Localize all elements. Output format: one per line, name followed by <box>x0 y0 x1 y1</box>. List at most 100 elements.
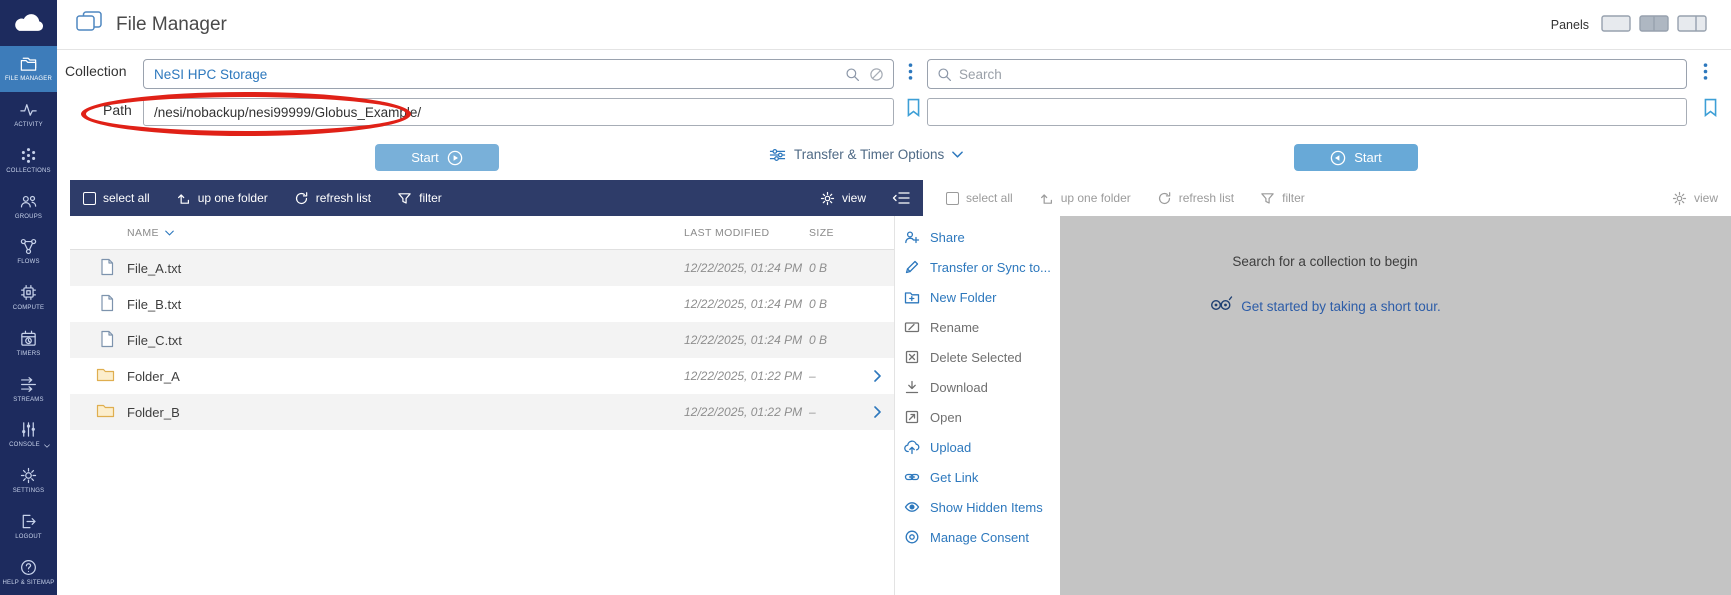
sidebar-item-collections[interactable]: COLLECTIONS <box>0 138 57 184</box>
select-all-button[interactable]: select all <box>946 191 1013 205</box>
folder-icon <box>96 367 115 386</box>
file-name: Folder_B <box>127 405 684 420</box>
chevron-down-icon <box>44 444 50 448</box>
file-size: 0 B <box>809 333 861 347</box>
sidebar-item-activity[interactable]: ACTIVITY <box>0 92 57 138</box>
transfer-timer-options[interactable]: Transfer & Timer Options <box>769 147 963 162</box>
sidebar-item-streams[interactable]: STREAMS <box>0 366 57 412</box>
upload-icon <box>904 439 920 455</box>
sidebar-item-logout[interactable]: LOGOUT <box>0 504 57 550</box>
menu-item-label: New Folder <box>930 290 996 305</box>
collection-empty-panel: Search for a collection to begin Get sta… <box>1060 216 1731 595</box>
timers-icon <box>19 329 38 348</box>
folder-open-chevron-icon[interactable] <box>861 370 894 382</box>
menu-item-rename[interactable]: Rename <box>895 312 1060 342</box>
up-one-folder-button[interactable]: up one folder <box>176 191 268 206</box>
panel-layout-split-button[interactable] <box>1677 15 1707 35</box>
menu-item-upload[interactable]: Upload <box>895 432 1060 462</box>
sidebar-item-label: COLLECTIONS <box>4 168 53 175</box>
clear-collection-icon[interactable] <box>869 67 884 82</box>
file-icon <box>99 258 115 279</box>
gear-icon <box>1672 191 1687 206</box>
view-button[interactable]: view <box>820 191 866 206</box>
folder-icon <box>96 403 115 422</box>
filter-button[interactable]: filter <box>1260 191 1305 206</box>
sidebar-item-file-manager[interactable]: FILE MANAGER <box>0 46 57 92</box>
file-name: File_B.txt <box>127 297 684 312</box>
refresh-icon <box>294 191 309 206</box>
filter-button[interactable]: filter <box>397 191 442 206</box>
file-modified: 12/22/2025, 01:24 PM <box>684 333 809 347</box>
menu-item-show-hidden-items[interactable]: Show Hidden Items <box>895 492 1060 522</box>
file-row[interactable]: Folder_B 12/22/2025, 01:22 PM – <box>70 394 894 430</box>
file-row[interactable]: File_A.txt 12/22/2025, 01:24 PM 0 B <box>70 250 894 286</box>
search-input-box <box>927 59 1687 89</box>
sidebar-item-help-sitemap[interactable]: HELP & SITEMAP <box>0 549 57 595</box>
select-all-button[interactable]: select all <box>83 191 150 205</box>
menu-item-download[interactable]: Download <box>895 372 1060 402</box>
sidebar-item-console[interactable]: CONSOLE <box>0 412 57 458</box>
menu-item-delete-selected[interactable]: Delete Selected <box>895 342 1060 372</box>
tour-binoculars-icon <box>1209 295 1233 317</box>
start-transfer-left-button[interactable]: Start <box>375 144 499 171</box>
start-transfer-right-button[interactable]: Start <box>1294 144 1418 171</box>
path-input-right[interactable] <box>928 105 1686 120</box>
view-button[interactable]: view <box>1672 191 1718 206</box>
start-button-label: Start <box>411 150 438 165</box>
sidebar-item-flows[interactable]: FLOWS <box>0 229 57 275</box>
collections-icon <box>19 146 38 165</box>
sidebar-item-compute[interactable]: COMPUTE <box>0 275 57 321</box>
collection-options-menu-icon[interactable] <box>908 63 913 80</box>
search-icon[interactable] <box>845 67 860 82</box>
file-name: Folder_A <box>127 369 684 384</box>
sort-chevron-icon <box>165 230 174 236</box>
collection-input[interactable] <box>144 67 836 82</box>
link-icon <box>904 469 920 485</box>
search-input[interactable] <box>952 67 1686 82</box>
column-size[interactable]: SIZE <box>809 227 861 239</box>
groups-icon <box>19 192 38 211</box>
funnel-icon <box>1260 191 1275 206</box>
globus-logo[interactable] <box>0 0 57 46</box>
menu-item-share[interactable]: Share <box>895 222 1060 252</box>
panel-collapse-toggle[interactable] <box>892 191 910 205</box>
eye-icon <box>904 499 920 515</box>
menu-item-transfer-or-sync[interactable]: Transfer or Sync to... <box>895 252 1060 282</box>
file-row[interactable]: File_B.txt 12/22/2025, 01:24 PM 0 B <box>70 286 894 322</box>
select-all-checkbox[interactable] <box>83 192 96 205</box>
refresh-list-button[interactable]: refresh list <box>294 191 371 206</box>
column-name[interactable]: NAME <box>127 227 684 239</box>
folder-open-chevron-icon[interactable] <box>861 406 894 418</box>
menu-item-open[interactable]: Open <box>895 402 1060 432</box>
bookmark-icon[interactable] <box>1703 98 1718 117</box>
chevron-down-icon <box>952 151 963 158</box>
column-last-modified[interactable]: LAST MODIFIED <box>684 227 809 239</box>
tour-link[interactable]: Get started by taking a short tour. <box>1241 299 1441 314</box>
sidebar-item-settings[interactable]: SETTINGS <box>0 458 57 504</box>
menu-item-get-link[interactable]: Get Link <box>895 462 1060 492</box>
sidebar-item-groups[interactable]: GROUPS <box>0 183 57 229</box>
pen-icon <box>904 259 920 275</box>
file-row[interactable]: File_C.txt 12/22/2025, 01:24 PM 0 B <box>70 322 894 358</box>
sidebar-nav: FILE MANAGER ACTIVITY COLLECTIONS GROUPS… <box>0 46 57 595</box>
menu-item-label: Share <box>930 230 965 245</box>
file-row[interactable]: Folder_A 12/22/2025, 01:22 PM – <box>70 358 894 394</box>
panel-layout-single-button[interactable] <box>1601 15 1631 35</box>
column-headers: NAME LAST MODIFIED SIZE <box>70 216 894 250</box>
refresh-list-button[interactable]: refresh list <box>1157 191 1234 206</box>
bookmark-icon[interactable] <box>906 98 921 117</box>
menu-item-manage-consent[interactable]: Manage Consent <box>895 522 1060 552</box>
new-folder-icon <box>904 289 920 305</box>
panel-layout-double-button[interactable] <box>1639 15 1669 35</box>
path-input[interactable] <box>144 105 893 120</box>
menu-item-new-folder[interactable]: New Folder <box>895 282 1060 312</box>
play-circle-icon <box>447 150 463 166</box>
consent-icon <box>904 529 920 545</box>
sidebar-item-timers[interactable]: TIMERS <box>0 321 57 367</box>
delete-icon <box>904 349 920 365</box>
select-all-checkbox[interactable] <box>946 192 959 205</box>
up-one-folder-button[interactable]: up one folder <box>1039 191 1131 206</box>
page-title: File Manager <box>116 14 227 36</box>
panels-group: Panels <box>1551 15 1707 35</box>
search-options-menu-icon[interactable] <box>1703 63 1708 80</box>
